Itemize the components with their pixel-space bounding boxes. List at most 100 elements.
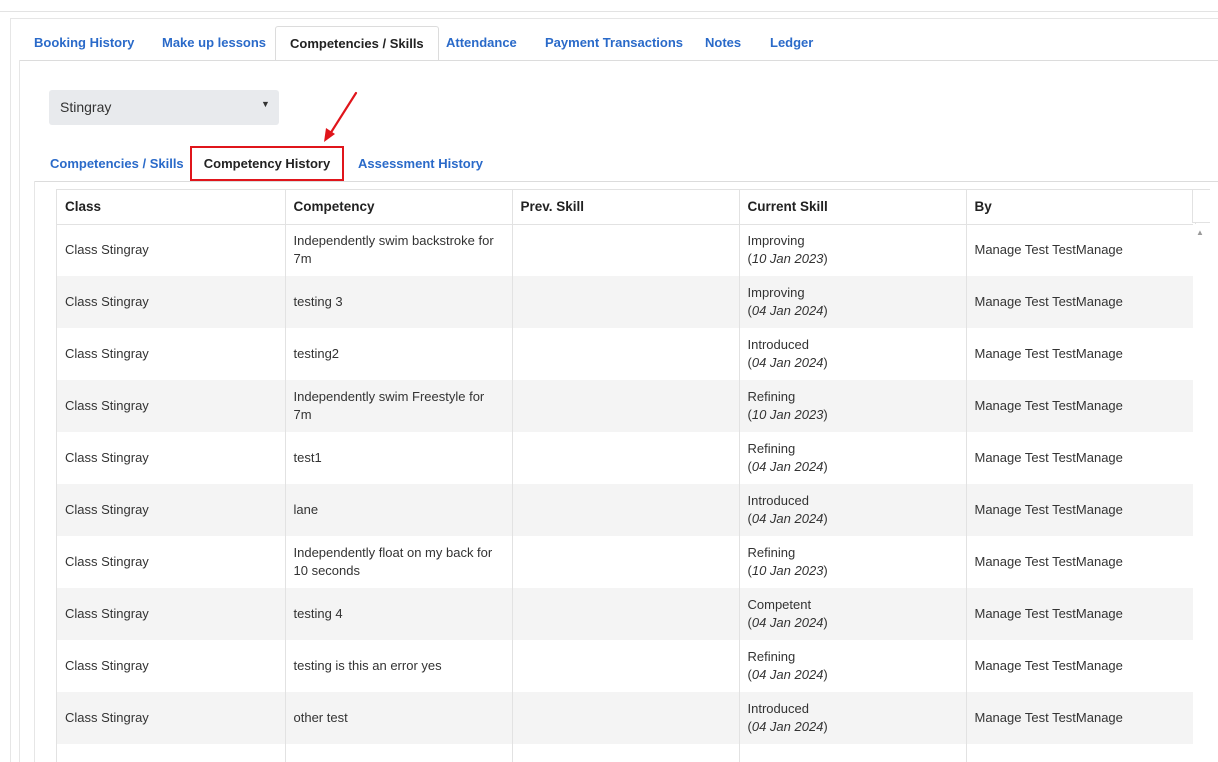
cell-prev-skill — [512, 432, 740, 484]
cell-by: Manage Test TestManage — [966, 536, 1196, 588]
skill-date-value: 04 Jan 2024 — [751, 719, 824, 734]
table-row: Class Stingray testing 4 Competent (04 Jan … — [57, 588, 1196, 640]
column-header-prev-skill[interactable]: Prev. Skill — [512, 190, 740, 225]
cell-prev-skill — [512, 276, 740, 328]
skill-date: (10 Jan 2023) — [747, 563, 828, 578]
cell-class: Class Stingray — [57, 484, 286, 536]
cell-by: Manage Test TestManage — [966, 484, 1196, 536]
cell-current-skill: Competent (04 Jan 2024) — [739, 588, 967, 640]
cell-by: Manage Test TestManage — [966, 640, 1196, 692]
subtab-competency-history[interactable]: Competency History — [190, 146, 344, 181]
cell-prev-skill — [512, 484, 740, 536]
cell-prev-skill — [512, 380, 740, 432]
skill-date-value: 04 Jan 2024 — [751, 355, 824, 370]
table-scrollbar[interactable] — [1193, 224, 1210, 762]
cell-current-skill: Refining (04 Jan 2024) — [739, 432, 967, 484]
table-row: Class Stingray other test Introduced (04 Ja… — [57, 692, 1196, 744]
table-row: Refining — [57, 744, 1196, 762]
cell-class: Class Stingray — [57, 432, 286, 484]
competency-history-table: Class Competency Prev. Skill Current Ski… — [56, 189, 1210, 762]
cell-competency: lane — [285, 484, 513, 536]
cell-by: Manage Test TestManage — [966, 588, 1196, 640]
cell-prev-skill — [512, 224, 740, 276]
cell-competency: testing 4 — [285, 588, 513, 640]
skill-date: (04 Jan 2024) — [747, 511, 828, 526]
tab-attendance[interactable]: Attendance — [446, 26, 517, 61]
skill-date-value: 10 Jan 2023 — [751, 251, 824, 267]
table-row: Class Stingray Independently swim Freesty… — [57, 380, 1196, 432]
skill-date-value: 04 Jan 2024 — [751, 303, 824, 318]
cell-prev-skill — [512, 692, 740, 744]
cell-class: Class Stingray — [57, 588, 286, 640]
cell-competency: Independently swim backstroke for 7m — [285, 224, 513, 276]
caret-down-icon: ▼ — [261, 99, 270, 109]
skill-level: Refining — [747, 441, 796, 456]
cell-prev-skill — [512, 536, 740, 588]
skill-date: (04 Jan 2024) — [747, 303, 828, 318]
table-row: Class Stingray testing2 Introduced (04 Jan … — [57, 328, 1196, 380]
column-header-by[interactable]: By — [966, 190, 1196, 225]
annotation-arrow-icon — [324, 91, 358, 142]
skill-date-value: 04 Jan 2024 — [751, 615, 824, 630]
cell-class: Class Stingray — [57, 328, 286, 380]
cell-by: Manage Test TestManage — [966, 380, 1196, 432]
tab-payment-transactions[interactable]: Payment Transactions — [545, 26, 683, 61]
skill-date: (04 Jan 2024) — [747, 355, 828, 370]
scroll-up-icon[interactable]: ▲ — [1196, 228, 1204, 237]
cell-current-skill: Introduced (04 Jan 2024) — [739, 484, 967, 536]
top-divider — [0, 11, 1218, 12]
cell-competency: Independently swim Freestyle for 7m — [285, 380, 513, 432]
cell-prev-skill — [512, 744, 740, 762]
skill-date-value: 04 Jan 2024 — [751, 459, 824, 474]
cell-class: Class Stingray — [57, 380, 286, 432]
cell-class: Class Stingray — [57, 276, 286, 328]
tab-booking-history[interactable]: Booking History — [34, 26, 134, 61]
class-select[interactable]: Stingray ▼ — [49, 90, 279, 125]
cell-competency: testing 3 — [285, 276, 513, 328]
class-select-value: Stingray — [60, 99, 112, 115]
tab-competencies-skills[interactable]: Competencies / Skills — [275, 26, 439, 61]
column-header-class[interactable]: Class — [57, 190, 286, 225]
skill-date: (04 Jan 2024) — [747, 615, 828, 630]
cell-class: Class Stingray — [57, 536, 286, 588]
cell-current-skill: Introduced (04 Jan 2024) — [739, 692, 967, 744]
table-row: Class Stingray testing is this an error y… — [57, 640, 1196, 692]
skill-date: (10 Jan 2023) — [747, 251, 828, 267]
cell-by: Manage Test TestManage — [966, 224, 1196, 276]
subtab-assessment-history[interactable]: Assessment History — [358, 156, 483, 171]
subtab-competencies-skills[interactable]: Competencies / Skills — [50, 156, 184, 171]
tab-notes[interactable]: Notes — [705, 26, 741, 61]
skill-level: Improving — [747, 233, 805, 249]
table-header-row: Class Competency Prev. Skill Current Ski… — [57, 190, 1196, 225]
skill-level: Introduced — [747, 493, 809, 508]
cell-current-skill: Refining (10 Jan 2023) — [739, 380, 967, 432]
cell-competency: testing2 — [285, 328, 513, 380]
table-row: Class Stingray test1 Refining (04 Jan 2024)… — [57, 432, 1196, 484]
cell-prev-skill — [512, 328, 740, 380]
skill-level: Refining — [747, 649, 796, 664]
column-header-competency[interactable]: Competency — [285, 190, 513, 225]
tab-ledger[interactable]: Ledger — [770, 26, 813, 61]
skill-date-value: 10 Jan 2023 — [751, 563, 824, 578]
skill-level: Introduced — [747, 337, 809, 352]
scrollbar-header-cell — [1192, 190, 1210, 223]
skill-level: Refining — [747, 389, 796, 404]
cell-class: Class Stingray — [57, 640, 286, 692]
skill-date-value: 04 Jan 2024 — [751, 667, 824, 682]
skill-date: (04 Jan 2024) — [747, 459, 828, 474]
cell-by: Manage Test TestManage — [966, 276, 1196, 328]
skill-date-value: 10 Jan 2023 — [751, 407, 824, 422]
cell-class: Class Stingray — [57, 224, 286, 276]
cell-class: Class Stingray — [57, 692, 286, 744]
tab-make-up-lessons[interactable]: Make up lessons — [162, 26, 266, 61]
skill-date-value: 04 Jan 2024 — [751, 511, 824, 526]
table-row: Class Stingray lane Introduced (04 Jan 2024… — [57, 484, 1196, 536]
column-header-current-skill[interactable]: Current Skill — [739, 190, 967, 225]
cell-current-skill: Refining (10 Jan 2023) — [739, 536, 967, 588]
cell-competency: testing is this an error yes — [285, 640, 513, 692]
cell-current-skill: Refining — [739, 744, 967, 762]
subpanel-border — [34, 181, 35, 762]
cell-by — [966, 744, 1196, 762]
cell-current-skill: Improving (10 Jan 2023) — [739, 224, 967, 276]
cell-competency: Independently float on my back for 10 se… — [285, 536, 513, 588]
